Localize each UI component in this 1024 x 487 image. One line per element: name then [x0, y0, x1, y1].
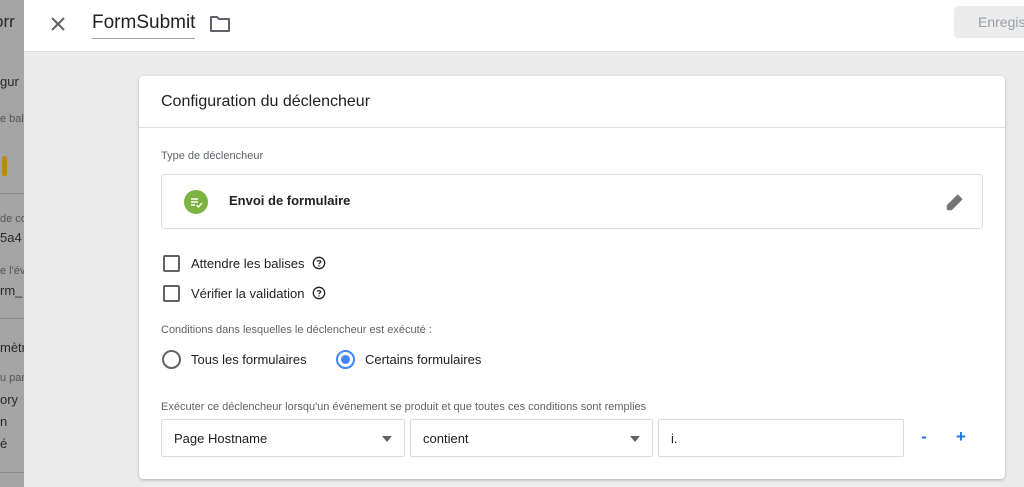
folder-icon[interactable]	[208, 13, 232, 35]
operator-select[interactable]: contient	[410, 419, 653, 457]
close-icon[interactable]	[46, 12, 70, 36]
radio-button-selected[interactable]	[336, 349, 355, 369]
bg-fragment: mètre	[0, 340, 24, 355]
checkbox[interactable]	[163, 284, 180, 302]
trigger-type-label: Type de déclencheur	[161, 150, 264, 162]
dropdown-arrow-icon	[630, 436, 640, 442]
bg-fragment: gur	[0, 74, 19, 89]
trigger-config-card: Configuration du déclencheur Type de déc…	[139, 76, 1005, 479]
bg-fragment: n	[0, 414, 8, 429]
edit-pencil-icon[interactable]	[944, 191, 966, 213]
top-bar: FormSubmit Enregistrer	[24, 0, 1024, 52]
operator-select-value: contient	[423, 431, 469, 446]
variable-select[interactable]: Page Hostname	[161, 419, 405, 457]
background-panel: orr gur e bal de co 5a4 - e l'év rm_ mèt…	[0, 0, 24, 487]
checkbox-check-validation[interactable]: Vérifier la validation	[163, 283, 326, 303]
variable-select-value: Page Hostname	[174, 431, 268, 446]
bg-divider	[0, 472, 24, 473]
radio-some-forms[interactable]: Certains formulaires	[336, 348, 481, 370]
help-icon[interactable]	[312, 286, 326, 300]
card-header: Configuration du déclencheur	[139, 76, 1005, 128]
bg-fragment: 5a4 -	[0, 230, 24, 245]
trigger-type-selector[interactable]: Envoi de formulaire	[161, 174, 983, 229]
bg-indicator	[2, 156, 7, 176]
condition-value-input[interactable]: i.	[658, 419, 904, 457]
bg-fragment: ory	[0, 392, 19, 407]
bg-divider	[0, 193, 24, 194]
bg-divider	[0, 318, 24, 319]
bg-fragment: e bal	[0, 113, 24, 125]
checkbox-wait-for-tags[interactable]: Attendre les balises	[163, 253, 326, 273]
radio-button[interactable]	[162, 349, 181, 369]
checkbox-label: Vérifier la validation	[191, 285, 305, 301]
trigger-type-name: Envoi de formulaire	[229, 193, 351, 208]
bg-fragment: orr	[0, 12, 15, 31]
dropdown-arrow-icon	[382, 436, 392, 442]
checkbox-label: Attendre les balises	[191, 255, 305, 271]
trigger-title[interactable]: FormSubmit	[92, 12, 196, 39]
bg-fragment: rm_	[0, 283, 23, 298]
radio-all-forms[interactable]: Tous les formulaires	[162, 348, 307, 370]
remove-condition-button[interactable]: -	[915, 427, 933, 447]
add-condition-button[interactable]: +	[952, 427, 970, 447]
bg-fragment: de co	[0, 213, 24, 225]
bg-fragment: e l'év	[0, 265, 24, 277]
filter-label: Exécuter ce déclencheur lorsqu'un événem…	[161, 401, 647, 413]
save-button[interactable]: Enregistrer	[954, 6, 1024, 38]
form-check-icon	[184, 190, 208, 214]
bg-fragment: é	[0, 436, 8, 451]
checkbox[interactable]	[163, 254, 180, 272]
conditions-label: Conditions dans lesquelles le déclencheu…	[161, 324, 432, 336]
radio-label: Certains formulaires	[365, 351, 482, 367]
help-icon[interactable]	[312, 256, 326, 270]
bg-fragment: u par	[0, 372, 24, 384]
radio-label: Tous les formulaires	[191, 351, 307, 367]
